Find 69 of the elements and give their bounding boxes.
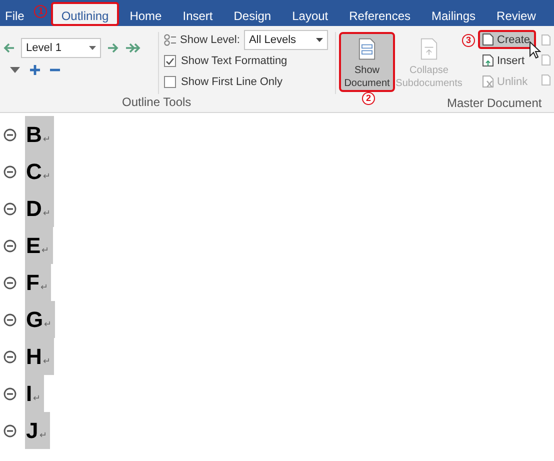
checkbox[interactable]: [164, 76, 176, 88]
checkmark-icon: [166, 58, 174, 64]
ribbon-button[interactable]: Show Document: [339, 32, 395, 92]
group-label: Outline Tools: [122, 95, 192, 109]
plus-icon[interactable]: [30, 64, 40, 74]
ribbon-tab[interactable]: Outlining: [51, 2, 119, 26]
checkbox-label: Show First Line Only: [181, 76, 282, 88]
paragraph-mark: ↵: [42, 244, 50, 254]
ribbon-button[interactable]: Create: [478, 30, 536, 49]
double-right-arrow-icon[interactable]: [125, 42, 141, 54]
mouse-pointer-icon: [529, 41, 541, 59]
ribbon-button[interactable]: Insert: [478, 51, 536, 70]
dropdown-caret-icon: [316, 38, 323, 42]
ribbon-tab[interactable]: Design: [224, 2, 282, 26]
paragraph-mark: ↵: [44, 318, 52, 328]
paragraph-mark: ↵: [39, 430, 48, 440]
collapse-minus-icon[interactable]: [3, 202, 17, 216]
document-icon: [419, 38, 439, 60]
paragraph-mark: ↵: [42, 170, 51, 180]
step-number: 3: [462, 34, 475, 47]
ribbon-tab[interactable]: Insert: [172, 2, 223, 26]
insert-icon: [482, 54, 494, 67]
collapse-minus-icon[interactable]: [3, 386, 17, 400]
ribbon-tab[interactable]: References: [339, 2, 421, 26]
collapse-minus-icon[interactable]: [3, 424, 17, 438]
collapse-minus-icon[interactable]: [3, 276, 17, 290]
collapse-minus-icon[interactable]: [3, 128, 17, 142]
unlink-icon: [482, 75, 494, 88]
collapse-minus-icon[interactable]: [3, 350, 17, 364]
collapse-minus-icon[interactable]: [3, 238, 17, 252]
document-icon: [541, 34, 552, 46]
heading-text: F: [26, 270, 40, 296]
dropdown-caret-icon: [89, 46, 96, 50]
collapse-minus-icon[interactable]: [3, 164, 17, 178]
paragraph-mark: ↵: [42, 208, 51, 218]
paragraph-mark: ↵: [42, 356, 51, 366]
document-icon: [541, 74, 552, 86]
heading-text: G: [26, 306, 44, 332]
ribbon-tab[interactable]: File: [0, 2, 30, 26]
ribbon-tab[interactable]: Review: [486, 2, 546, 26]
down-triangle-icon[interactable]: [10, 66, 20, 72]
heading-text: C: [26, 158, 42, 184]
step-number: 1: [34, 4, 48, 18]
heading-text: I: [26, 380, 32, 406]
paragraph-mark: ↵: [33, 392, 42, 402]
right-arrow-icon[interactable]: [107, 42, 119, 54]
group-label: Master Document: [447, 96, 542, 110]
document-icon: [482, 33, 494, 46]
show-level-dropdown[interactable]: All Levels: [244, 30, 328, 50]
heading-text: E: [26, 232, 41, 258]
heading-text: D: [26, 196, 42, 222]
heading-text: J: [26, 418, 38, 444]
ribbon-tab[interactable]: Mailings: [422, 2, 486, 26]
show-level-label: Show Level:: [180, 34, 240, 46]
collapse-minus-icon[interactable]: [3, 312, 17, 326]
heading-text: H: [26, 344, 42, 370]
level-dropdown[interactable]: Level 1: [21, 38, 101, 58]
heading-text: B: [26, 122, 42, 148]
ribbon-tab[interactable]: Home: [120, 2, 172, 26]
document-icon: [357, 38, 377, 60]
left-arrow-icon[interactable]: [3, 42, 15, 54]
checkbox-label: Show Text Formatting: [181, 55, 288, 67]
show-level-icon: [164, 34, 176, 46]
ribbon-tab[interactable]: Layout: [282, 2, 338, 26]
paragraph-mark: ↵: [40, 282, 48, 292]
step-number: 2: [362, 92, 375, 105]
checkbox[interactable]: [164, 55, 176, 67]
paragraph-mark: ↵: [42, 134, 51, 144]
document-icon: [541, 54, 552, 66]
